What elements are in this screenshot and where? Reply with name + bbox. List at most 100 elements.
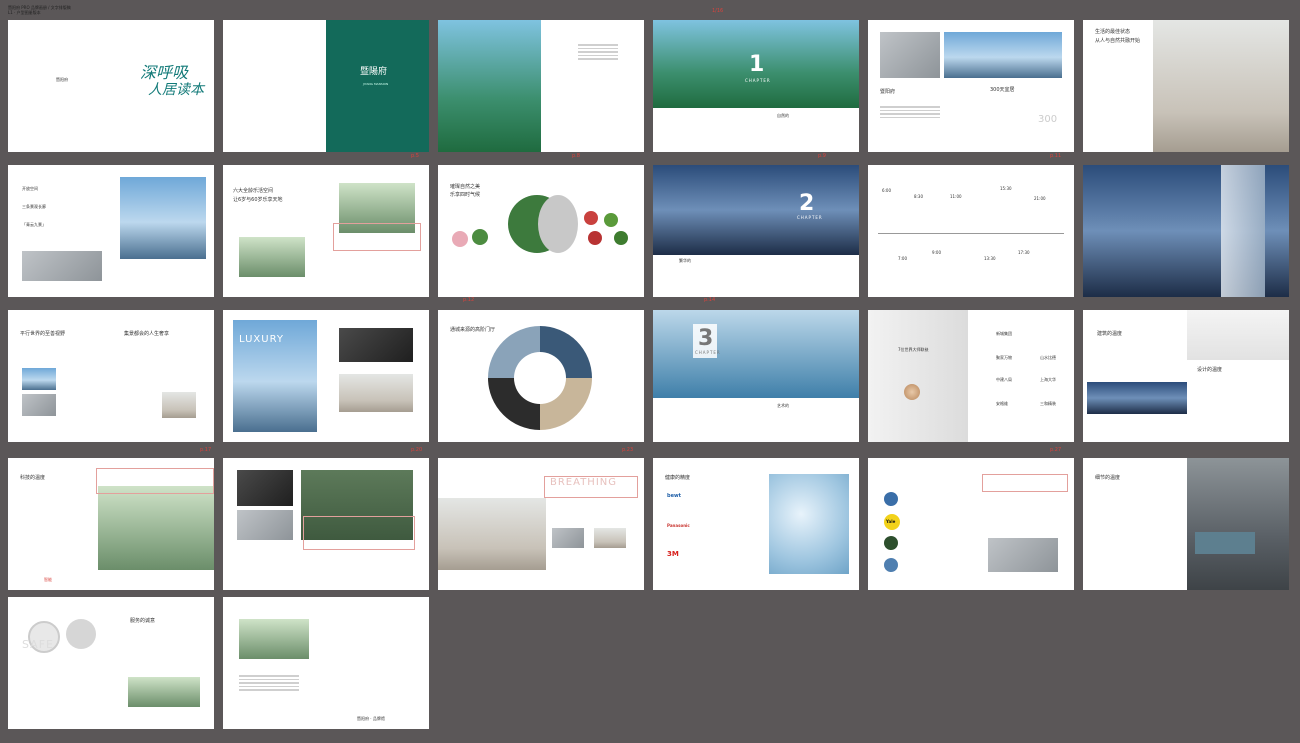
page-8-recreation[interactable]: 六大全龄乐活空间 让6岁与60岁乐享天地 — [223, 165, 429, 297]
section-caption: 智能 — [44, 577, 52, 582]
headline: 7位世界大师联袂 — [898, 347, 929, 352]
cover-slogan-2: 人居读本 — [148, 82, 204, 98]
glass-facade — [1221, 165, 1265, 297]
flower-2 — [472, 229, 488, 245]
headline: 细节的温度 — [1095, 475, 1121, 481]
luxury-word: LUXURY — [239, 334, 284, 345]
chapter-label: CHAPTER — [745, 78, 771, 83]
brand-title: 暨陽府 — [360, 67, 388, 77]
headline: 服务的诚意 — [130, 618, 156, 624]
page-4-chapter-1[interactable]: 1 CHAPTER 自然的 — [653, 20, 859, 152]
page-15-lobby[interactable]: 通城来源的高阶门厅 — [438, 310, 644, 442]
time-label: 9:00 — [932, 250, 941, 255]
apartment-photo — [438, 498, 546, 570]
section-title: 暨阳府 — [880, 89, 896, 95]
page-23-hardware[interactable]: Yale — [868, 458, 1074, 590]
page-16-chapter-3[interactable]: 3 CHAPTER 艺术的 — [653, 310, 859, 442]
page-12-night-city[interactable] — [1083, 165, 1289, 297]
page-24-details[interactable]: 细节的温度 — [1083, 458, 1289, 590]
headline: 生活的最佳状态 — [1095, 29, 1131, 35]
headline: 璀璨自然之美 — [450, 184, 481, 190]
time-label: 11:00 — [950, 194, 962, 199]
page-9-nature[interactable]: 璀璨自然之美 乐享四时气候 — [438, 165, 644, 297]
flower-3 — [584, 211, 598, 225]
page-7-landscape[interactable]: 开放空间 三条景观长廊 「青云九景」 — [8, 165, 214, 297]
headline-2: 乐享四时气候 — [450, 192, 481, 198]
headline-2: 设计的温度 — [1197, 367, 1223, 373]
body-text — [880, 104, 940, 120]
headline: 六大全龄乐活空间 — [233, 188, 274, 194]
partner-name: 聚家万物 — [996, 355, 1012, 360]
text-nine-scenes: 「青云九景」 — [22, 222, 46, 227]
headline: 健康的精度 — [665, 475, 691, 481]
closing-logo: 暨阳府 · 品牌馆 — [357, 716, 385, 721]
butterfly-right — [538, 195, 578, 253]
time-label: 17:30 — [1018, 250, 1030, 255]
page-26-closing[interactable]: 暨阳府 · 品牌馆 — [223, 597, 429, 729]
smart-panel-photo — [237, 470, 293, 506]
air-photo — [552, 528, 584, 548]
timeline-axis — [878, 233, 1064, 234]
skyline-photo — [653, 165, 859, 255]
headline-2: 集景都会的人生奢享 — [124, 331, 170, 337]
sofa-shape — [1195, 532, 1255, 554]
page-marker: p.23 — [622, 447, 634, 453]
chapter-number: 3 — [698, 326, 714, 351]
architecture-strip — [1087, 382, 1187, 414]
page-marker: p.9 — [818, 153, 826, 159]
time-label: 21:00 — [1034, 196, 1046, 201]
page-6-living-room[interactable]: 生活的最佳状态 从人与自然共融开始 — [1083, 20, 1289, 152]
door-photo — [988, 538, 1058, 572]
interior-photo — [162, 392, 196, 418]
bedroom-photo — [98, 486, 214, 570]
page-3-forest[interactable] — [438, 20, 644, 152]
partner-name: 新城集团 — [996, 331, 1012, 336]
cover-small-logo: 暨阳府 — [56, 77, 68, 82]
headline: 平行世界的至善视野 — [20, 331, 66, 337]
bay-photo-1 — [880, 32, 940, 78]
flower-5 — [614, 231, 628, 245]
time-label: 6:00 — [882, 188, 891, 193]
outline-box — [333, 223, 421, 251]
page-10-chapter-2[interactable]: 2 CHAPTER 繁华的 — [653, 165, 859, 297]
page-20-smart-home[interactable] — [223, 458, 429, 590]
page-marker: p.8 — [572, 153, 580, 159]
page-marker: p.20 — [411, 447, 423, 453]
page-17-masters[interactable]: 7位世界大师联袂 新城集团 聚家万物 山水比德 中建八局 上海大华 安格维 三和… — [868, 310, 1074, 442]
headline: 科技的温度 — [20, 475, 46, 481]
page-2-title[interactable]: 暨陽府 JIYANG MANSION — [223, 20, 429, 152]
white-column-photo — [868, 310, 968, 442]
chapter-caption: 繁华的 — [679, 258, 691, 263]
page-1-cover[interactable]: 深呼吸 人居读本 暨阳府 — [8, 20, 214, 152]
guard-photo — [128, 677, 200, 707]
headline: 通城来源的高阶门厅 — [450, 327, 496, 333]
page-14-luxury[interactable]: LUXURY — [223, 310, 429, 442]
page-marker: 1/16 — [712, 8, 724, 14]
chapter-label: CHAPTER — [695, 350, 721, 355]
headline-2: 从人与自然共融开始 — [1095, 38, 1141, 44]
yale-logo: Yale — [886, 519, 896, 524]
time-label: 15:30 — [1000, 186, 1012, 191]
page-21-breathing[interactable]: BREATHING — [438, 458, 644, 590]
page-5-city-views[interactable]: 暨阳府 300天宜居 300 — [868, 20, 1074, 152]
page-marker: p.14 — [704, 297, 716, 303]
page-25-service[interactable]: SAFE 服务的诚意 — [8, 597, 214, 729]
text-corridors: 三条景观长廊 — [22, 204, 46, 209]
ring-center — [514, 352, 566, 404]
page-13-views[interactable]: 平行世界的至善视野 集景都会的人生奢享 — [8, 310, 214, 442]
partner-name: 三和精装 — [1040, 401, 1056, 406]
header-note-line2: L1 · 户型图册版本 — [8, 10, 41, 15]
brand-logo-3m: 3M — [667, 550, 679, 558]
section-caption: 300天宜居 — [990, 87, 1015, 93]
page-22-health[interactable]: 健康的精度 bewt Panasonic 3M — [653, 458, 859, 590]
page-19-tech[interactable]: 科技的温度 智能 — [8, 458, 214, 590]
page-18-architecture[interactable]: 建筑的温度 设计的温度 — [1083, 310, 1289, 442]
bay-photo-2 — [944, 32, 1062, 78]
time-label: 13:30 — [984, 256, 996, 261]
outline-box — [96, 468, 214, 494]
building-render — [22, 251, 102, 281]
flower-4 — [604, 213, 618, 227]
text-open-space: 开放空间 — [22, 186, 38, 191]
breathing-word: BREATHING — [550, 477, 617, 488]
page-11-timeline[interactable]: 6:00 8:30 11:00 15:30 21:00 7:00 9:00 13… — [868, 165, 1074, 297]
